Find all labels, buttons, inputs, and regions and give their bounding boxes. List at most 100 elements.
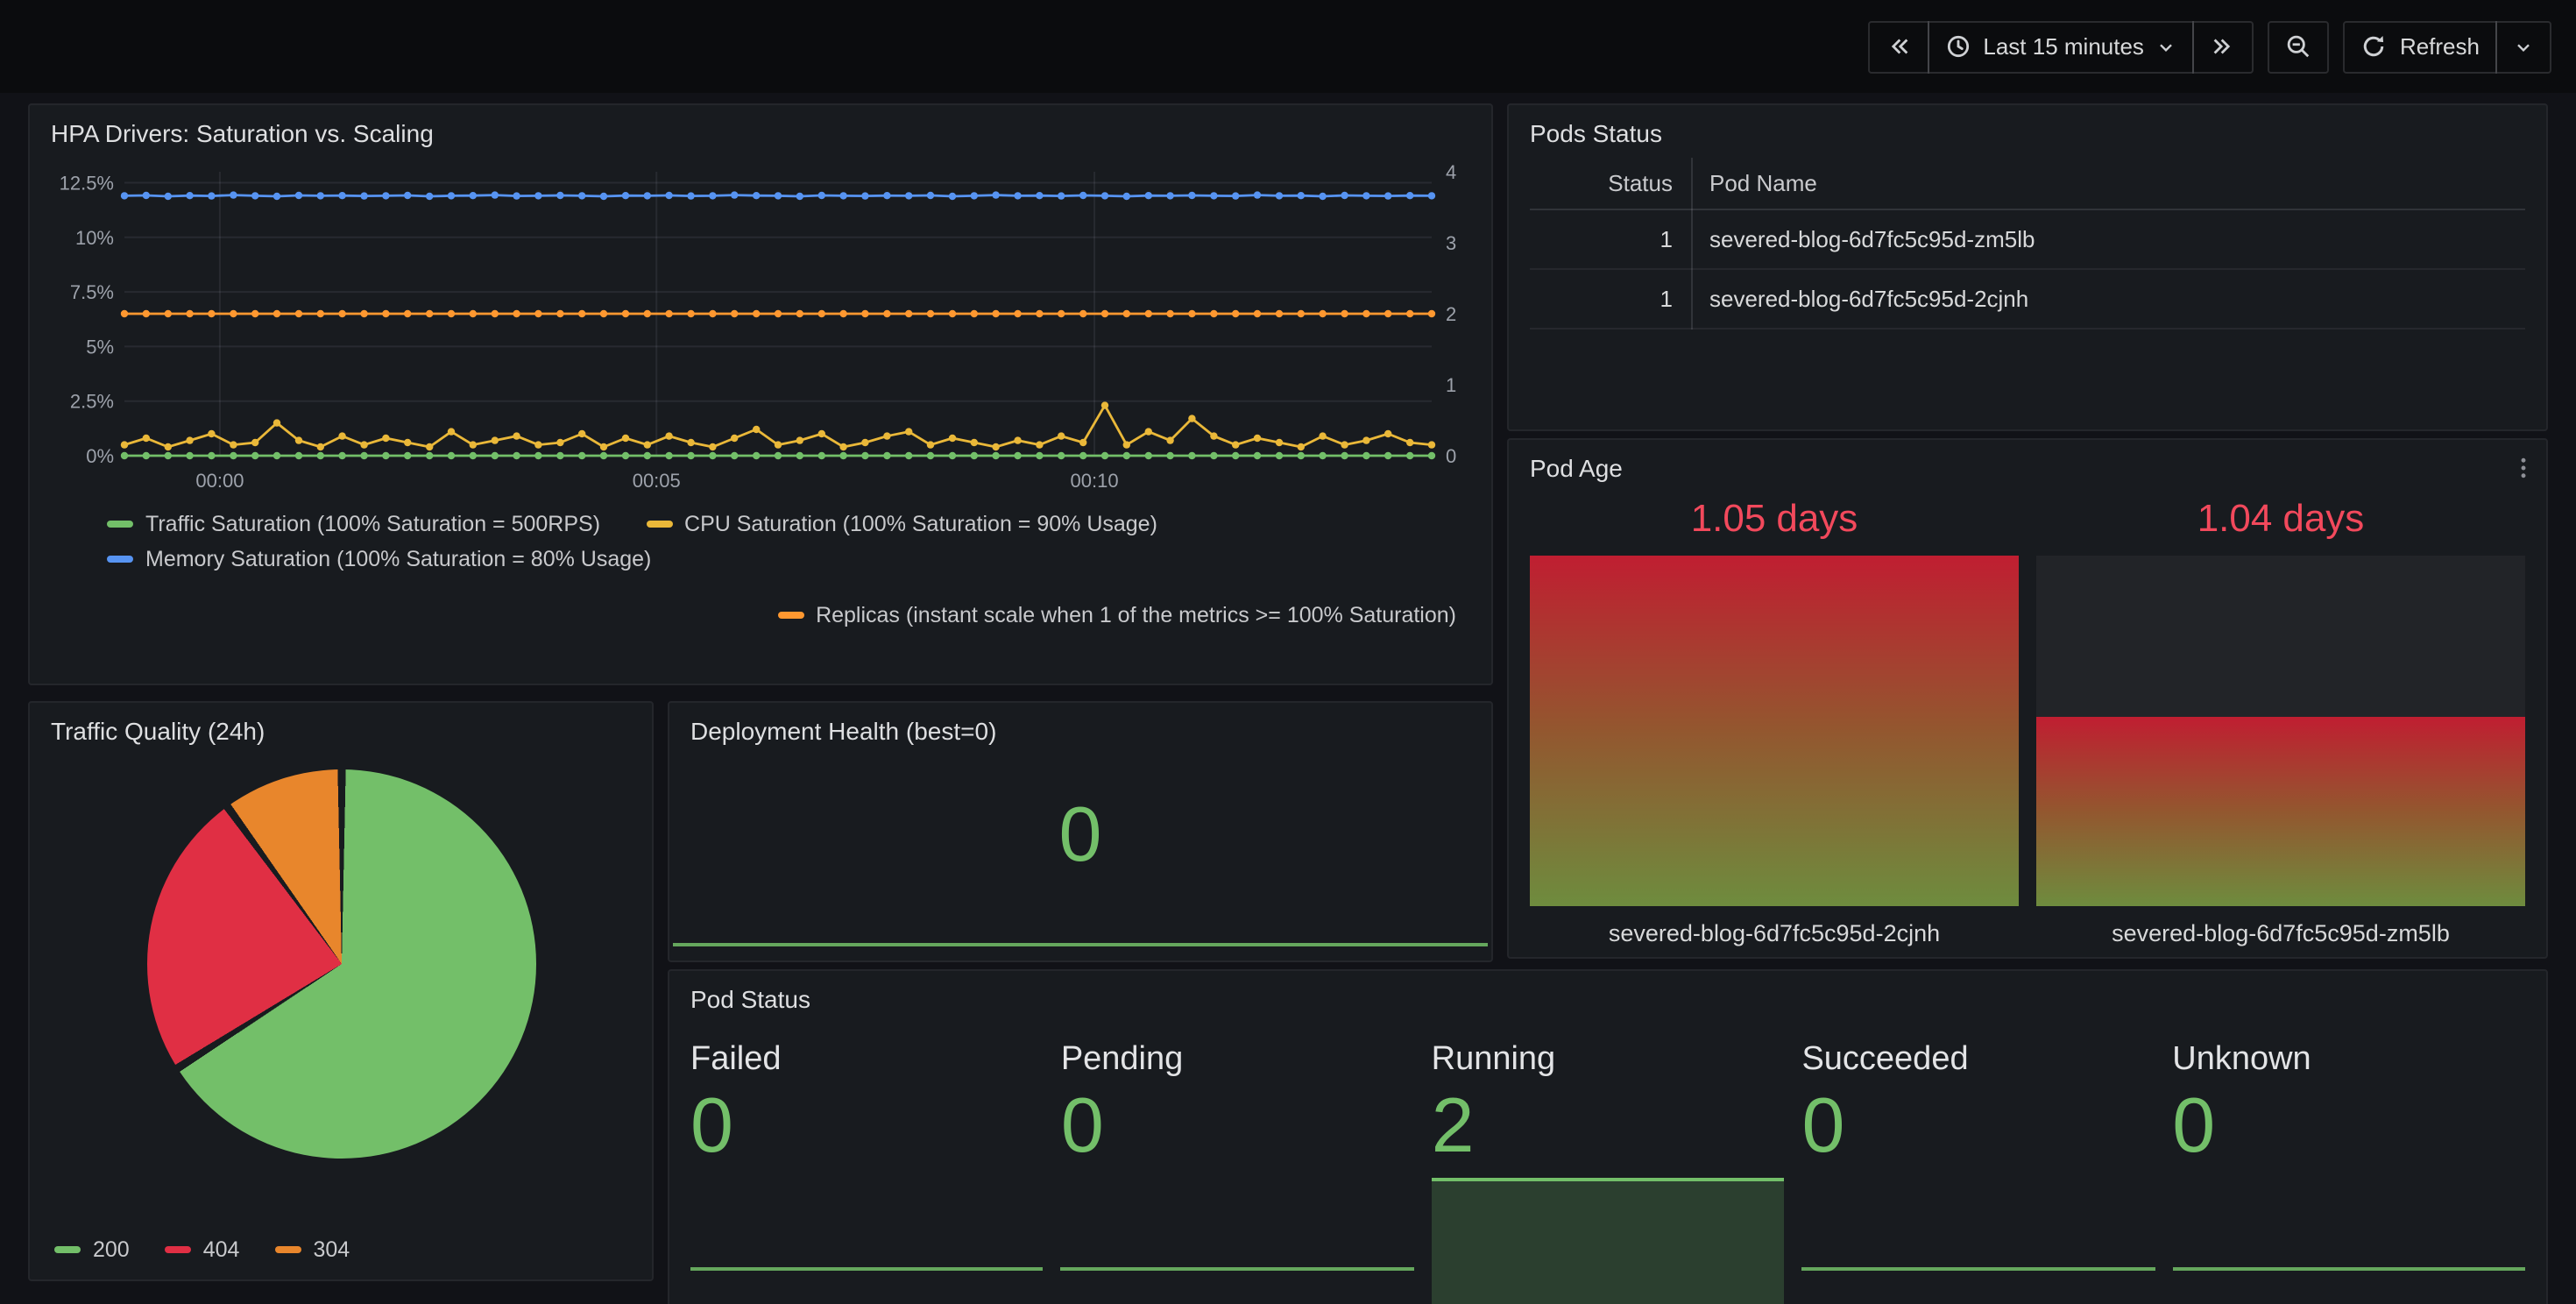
stat-succeeded: Succeeded0 bbox=[1801, 1038, 2155, 1304]
legend-item-304[interactable]: 304 bbox=[274, 1237, 350, 1262]
gauge-bar bbox=[2036, 556, 2525, 906]
time-controls-group: Last 15 minutes bbox=[1867, 20, 2254, 73]
legend-label: 304 bbox=[313, 1237, 350, 1262]
time-shift-forward-button[interactable] bbox=[2193, 20, 2254, 73]
gauge-value: 1.04days bbox=[2197, 496, 2365, 542]
legend-label: Traffic Saturation (100% Saturation = 50… bbox=[145, 512, 600, 536]
gauge-pod-zm5lb: 1.04days severed-blog-6d7fc5c95d-zm5lb bbox=[2036, 496, 2525, 946]
time-series-chart[interactable]: 0%2.5%5%7.5%10%12.5%0123400:0000:0500:10 bbox=[44, 158, 1481, 505]
stat-label: Pending bbox=[1061, 1041, 1414, 1080]
legend-dash bbox=[54, 1246, 81, 1253]
legend-dash bbox=[777, 612, 803, 619]
chevron-down-icon bbox=[2156, 36, 2177, 57]
stat-sparkline bbox=[690, 1267, 1044, 1271]
status-cell: 1 bbox=[1530, 209, 1691, 269]
series-cpu bbox=[121, 401, 1435, 450]
series-traffic bbox=[121, 452, 1435, 459]
stat-value: 0 bbox=[690, 1083, 1044, 1170]
gauge-fill bbox=[2036, 717, 2525, 906]
legend-label: 200 bbox=[93, 1237, 130, 1262]
grafana-dashboard: Last 15 minutes Refresh HPA Drivers: Sat… bbox=[0, 0, 2576, 1304]
double-chevron-right-icon bbox=[2211, 33, 2237, 60]
column-header-pod-name[interactable]: Pod Name bbox=[1691, 158, 2525, 209]
double-chevron-left-icon bbox=[1885, 33, 1911, 60]
panel-title[interactable]: Pods Status bbox=[1509, 105, 2546, 158]
y-axis-left-tick: 2.5% bbox=[70, 391, 114, 413]
panel-title[interactable]: Pod Age bbox=[1509, 440, 2546, 493]
legend-item-memory[interactable]: Memory Saturation (100% Saturation = 80%… bbox=[107, 547, 651, 571]
stat-pending: Pending0 bbox=[1061, 1038, 1414, 1304]
stat-running: Running2 bbox=[1432, 1038, 1785, 1304]
legend-label: 404 bbox=[203, 1237, 240, 1262]
legend-dash bbox=[107, 521, 133, 528]
panel-pods-status: Pods Status Status Pod Name 1severed-blo… bbox=[1507, 103, 2548, 431]
pod-age-gauges: 1.05days severed-blog-6d7fc5c95d-2cjnh 1… bbox=[1509, 493, 2546, 946]
panel-title[interactable]: Traffic Quality (24h) bbox=[30, 703, 652, 755]
table-header-row: Status Pod Name bbox=[1530, 158, 2525, 209]
column-header-status[interactable]: Status bbox=[1530, 158, 1691, 209]
zoom-out-icon bbox=[2286, 33, 2312, 60]
y-axis-left-tick: 12.5% bbox=[60, 172, 114, 194]
panel-title[interactable]: Deployment Health (best=0) bbox=[669, 703, 1491, 755]
legend-dash bbox=[646, 521, 672, 528]
refresh-label: Refresh bbox=[2400, 33, 2480, 60]
legend-label: Replicas (instant scale when 1 of the me… bbox=[816, 603, 1456, 627]
gauge-unit: days bbox=[2282, 496, 2364, 540]
stat-label: Running bbox=[1432, 1041, 1785, 1080]
y-axis-right-tick: 2 bbox=[1446, 303, 1456, 325]
pods-table: Status Pod Name 1severed-blog-6d7fc5c95d… bbox=[1530, 158, 2525, 330]
panel-pod-age: Pod Age 1.05days severed-blog-6d7fc5c95d… bbox=[1507, 438, 2548, 959]
refresh-button[interactable]: Refresh bbox=[2344, 20, 2497, 73]
pod-status-stats: Failed0Pending0Running2Succeeded0Unknown… bbox=[669, 1024, 2546, 1304]
legend-dash bbox=[107, 556, 133, 563]
legend-label: CPU Saturation (100% Saturation = 90% Us… bbox=[684, 512, 1157, 536]
y-axis-right-tick: 4 bbox=[1446, 161, 1456, 183]
panel-traffic-quality: Traffic Quality (24h) 200 404 304 bbox=[28, 701, 654, 1281]
y-axis-left-tick: 10% bbox=[75, 227, 114, 249]
stat-value: 2 bbox=[1432, 1083, 1785, 1170]
stat-value: 0 bbox=[2172, 1083, 2525, 1170]
chevron-down-icon bbox=[2513, 36, 2534, 57]
pie-chart bbox=[146, 769, 535, 1159]
legend-item-cpu[interactable]: CPU Saturation (100% Saturation = 90% Us… bbox=[646, 512, 1157, 536]
refresh-group: Refresh bbox=[2344, 20, 2551, 73]
table-row: 1severed-blog-6d7fc5c95d-2cjnh bbox=[1530, 269, 2525, 329]
gauge-number: 1.05 bbox=[1691, 496, 1766, 540]
deployment-health-value: 0 bbox=[669, 759, 1491, 913]
panel-menu-kebab-icon[interactable] bbox=[2511, 454, 2536, 482]
gauge-number: 1.04 bbox=[2197, 496, 2273, 540]
gauge-label: severed-blog-6d7fc5c95d-zm5lb bbox=[2112, 920, 2450, 946]
refresh-icon bbox=[2361, 33, 2388, 60]
panel-title[interactable]: Pod Status bbox=[669, 971, 2546, 1024]
chart-legend-replicas: Replicas (instant scale when 1 of the me… bbox=[30, 603, 1456, 627]
gauge-unit: days bbox=[1776, 496, 1858, 540]
refresh-interval-dropdown[interactable] bbox=[2495, 20, 2551, 73]
panel-title[interactable]: HPA Drivers: Saturation vs. Scaling bbox=[30, 105, 1491, 158]
stat-sparkline bbox=[2172, 1267, 2525, 1271]
zoom-out-button[interactable] bbox=[2268, 20, 2330, 73]
series-memory bbox=[121, 191, 1435, 200]
y-axis-right-tick: 3 bbox=[1446, 232, 1456, 254]
stat-label: Failed bbox=[690, 1041, 1044, 1080]
time-picker-button[interactable]: Last 15 minutes bbox=[1927, 20, 2195, 73]
y-axis-right-tick: 1 bbox=[1446, 374, 1456, 396]
legend-item-traffic[interactable]: Traffic Saturation (100% Saturation = 50… bbox=[107, 512, 600, 536]
pie-legend: 200 404 304 bbox=[54, 1237, 350, 1262]
clock-icon bbox=[1944, 33, 1971, 60]
x-axis-tick: 00:00 bbox=[195, 470, 244, 492]
gauge-pod-2cjnh: 1.05days severed-blog-6d7fc5c95d-2cjnh bbox=[1530, 496, 2019, 946]
y-axis-left-tick: 0% bbox=[86, 445, 114, 467]
legend-label: Memory Saturation (100% Saturation = 80%… bbox=[145, 547, 651, 571]
time-range-label: Last 15 minutes bbox=[1983, 33, 2144, 60]
legend-dash bbox=[165, 1246, 191, 1253]
dashboard-toolbar: Last 15 minutes Refresh bbox=[0, 0, 2576, 93]
legend-item-404[interactable]: 404 bbox=[165, 1237, 240, 1262]
stat-unknown: Unknown0 bbox=[2172, 1038, 2525, 1304]
legend-item-replicas[interactable]: Replicas (instant scale when 1 of the me… bbox=[777, 603, 1456, 627]
x-axis-tick: 00:05 bbox=[633, 470, 681, 492]
time-shift-back-button[interactable] bbox=[1867, 20, 1928, 73]
gauge-bar bbox=[1530, 556, 2019, 906]
legend-item-200[interactable]: 200 bbox=[54, 1237, 130, 1262]
legend-dash bbox=[274, 1246, 301, 1253]
y-axis-left-tick: 5% bbox=[86, 336, 114, 358]
